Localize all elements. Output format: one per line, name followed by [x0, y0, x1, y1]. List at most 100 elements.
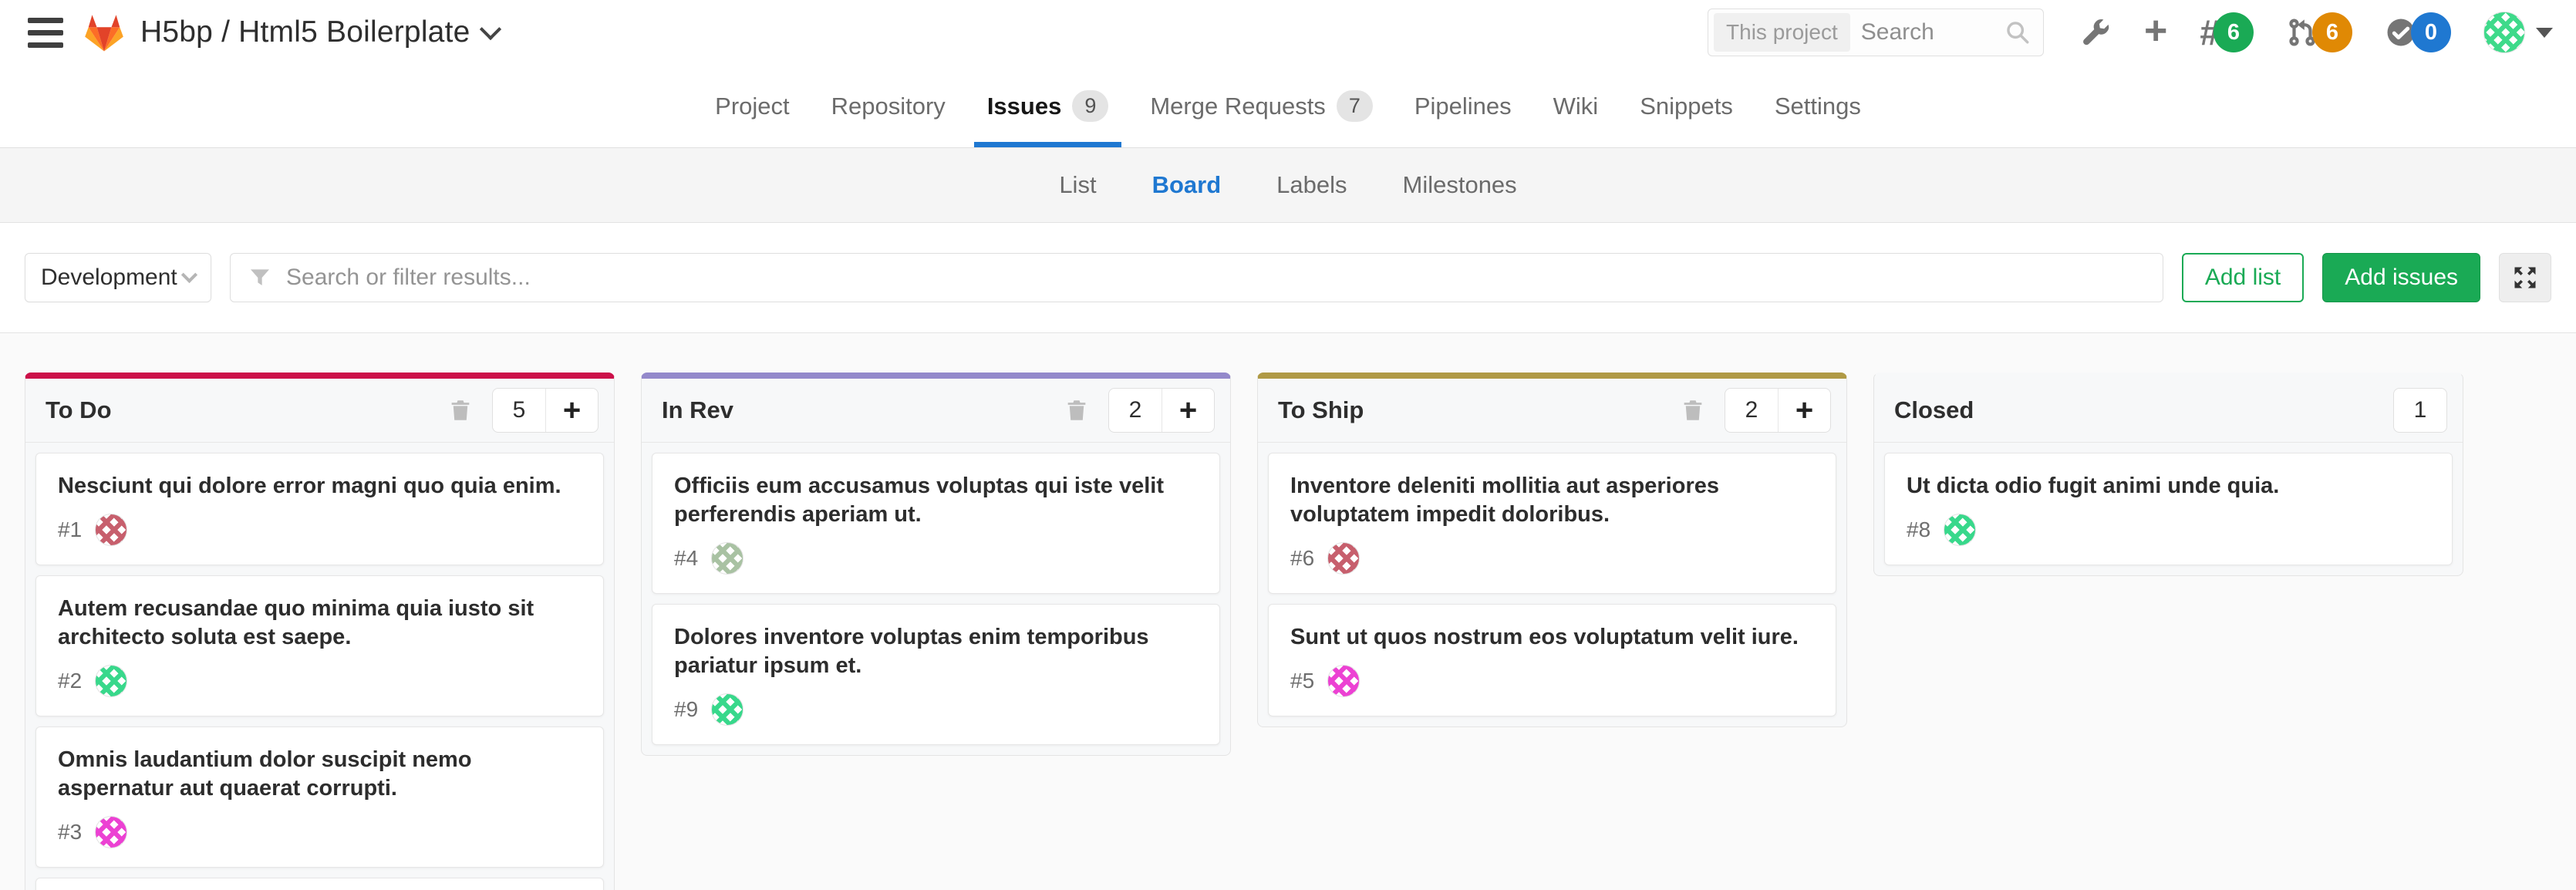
project-nav: Project Repository Issues 9 Merge Reques… — [0, 65, 2576, 148]
tab-issues[interactable]: Issues 9 — [966, 65, 1130, 147]
tab-repository[interactable]: Repository — [811, 65, 966, 147]
issue-number: #5 — [1290, 669, 1314, 693]
board-column-to-do: To Do 5 + Nesciunt qui dolore error magn… — [25, 373, 615, 890]
top-bar: H5bp / Html5 Boilerplate This project + … — [0, 0, 2576, 65]
project-switcher-chevron-down-icon[interactable] — [479, 19, 501, 40]
issue-card[interactable]: Ut dicta odio fugit animi unde quia. #8 — [1884, 453, 2453, 565]
issue-card[interactable]: Nesciunt qui dolore error magni quo quia… — [35, 453, 604, 565]
issue-count: 2 — [1725, 389, 1778, 432]
issue-card[interactable]: Sunt ut quos nostrum eos voluptatum veli… — [1268, 604, 1836, 716]
subtab-labels[interactable]: Labels — [1276, 171, 1347, 199]
board-search-input[interactable] — [286, 265, 2146, 291]
delete-list-trash-icon[interactable] — [1064, 397, 1090, 423]
issue-number: #1 — [58, 517, 82, 542]
search-scope-chip: This project — [1714, 13, 1850, 52]
global-search-input[interactable] — [1861, 19, 1994, 46]
issues-subnav: List Board Labels Milestones — [0, 148, 2576, 223]
admin-wrench-icon[interactable] — [2079, 16, 2112, 49]
project-title[interactable]: H5bp / Html5 Boilerplate — [140, 15, 470, 49]
search-icon — [2004, 19, 2031, 46]
issue-title: Autem recusandae quo minima quia iusto s… — [58, 595, 582, 652]
subtab-milestones[interactable]: Milestones — [1403, 171, 1517, 199]
count-pill: 5 + — [492, 388, 598, 433]
add-issue-plus-icon[interactable]: + — [1778, 389, 1830, 432]
board-column-to-ship: To Ship 2 + Inventore deleniti mollitia … — [1257, 373, 1847, 727]
issue-card[interactable]: Inventore deleniti mollitia aut asperior… — [1268, 453, 1836, 594]
add-issues-button[interactable]: Add issues — [2322, 253, 2480, 302]
card-list: Ut dicta odio fugit animi unde quia. #8 — [1874, 443, 2463, 575]
user-avatar — [2483, 12, 2525, 53]
merge-requests-tab-badge: 7 — [1337, 90, 1373, 122]
issue-title: Ut dicta odio fugit animi unde quia. — [1907, 472, 2430, 501]
assignee-avatar[interactable] — [711, 542, 743, 575]
count-pill: 1 — [2393, 388, 2447, 433]
fullscreen-button[interactable] — [2499, 253, 2551, 302]
count-pill: 2 + — [1108, 388, 1215, 433]
dropdown-chevron-down-icon — [181, 266, 197, 282]
tab-pipelines[interactable]: Pipelines — [1394, 65, 1532, 147]
column-header: In Rev 2 + — [642, 379, 1230, 443]
assignee-avatar[interactable] — [95, 816, 127, 848]
hamburger-menu-icon[interactable] — [28, 18, 63, 48]
filter-funnel-icon — [248, 265, 272, 290]
issue-number: #2 — [58, 669, 82, 693]
new-plus-icon[interactable]: + — [2144, 14, 2167, 51]
board-filter-bar: Development Add list Add issues — [0, 223, 2576, 333]
delete-list-trash-icon[interactable] — [1680, 397, 1706, 423]
merge-requests-count-badge: 6 — [2312, 12, 2352, 52]
issue-card[interactable]: Omnis laudantium dolor suscipit nemo asp… — [35, 726, 604, 868]
issues-shortcut[interactable]: # 6 — [2200, 12, 2254, 52]
add-list-button[interactable]: Add list — [2182, 253, 2304, 302]
column-title: In Rev — [662, 396, 1064, 424]
issue-number: #3 — [58, 820, 82, 844]
issue-title: Officiis eum accusamus voluptas qui iste… — [674, 472, 1198, 529]
issue-number: #6 — [1290, 546, 1314, 571]
todos-count-badge: 0 — [2411, 12, 2451, 52]
board-search-field[interactable] — [230, 253, 2163, 302]
milestone-dropdown[interactable]: Development — [25, 253, 211, 302]
issue-card[interactable]: Voluptates ut cupiditate possimus qui of… — [35, 878, 604, 890]
tab-project[interactable]: Project — [694, 65, 810, 147]
merge-requests-shortcut[interactable]: 6 — [2286, 12, 2352, 52]
delete-list-trash-icon[interactable] — [447, 397, 474, 423]
issue-title: Omnis laudantium dolor suscipit nemo asp… — [58, 746, 582, 803]
assignee-avatar[interactable] — [1327, 542, 1360, 575]
tab-snippets[interactable]: Snippets — [1619, 65, 1754, 147]
issue-card[interactable]: Dolores inventore voluptas enim temporib… — [652, 604, 1220, 745]
issue-card[interactable]: Officiis eum accusamus voluptas qui iste… — [652, 453, 1220, 594]
global-search[interactable]: This project — [1708, 8, 2044, 56]
tab-wiki[interactable]: Wiki — [1532, 65, 1620, 147]
issue-board: To Do 5 + Nesciunt qui dolore error magn… — [0, 333, 2576, 890]
card-list: Inventore deleniti mollitia aut asperior… — [1258, 443, 1846, 726]
issue-title: Inventore deleniti mollitia aut asperior… — [1290, 472, 1814, 529]
assignee-avatar[interactable] — [95, 514, 127, 546]
assignee-avatar[interactable] — [711, 693, 743, 726]
card-list: Nesciunt qui dolore error magni quo quia… — [25, 443, 614, 890]
milestone-dropdown-value: Development — [41, 265, 177, 291]
issue-count: 5 — [493, 389, 545, 432]
column-title: To Ship — [1278, 396, 1680, 424]
subtab-board[interactable]: Board — [1152, 171, 1222, 199]
gitlab-logo-icon[interactable] — [83, 12, 125, 52]
tab-settings[interactable]: Settings — [1754, 65, 1882, 147]
assignee-avatar[interactable] — [1944, 514, 1976, 546]
assignee-avatar[interactable] — [95, 665, 127, 697]
issue-count: 1 — [2394, 389, 2446, 432]
user-menu[interactable] — [2483, 12, 2553, 53]
add-issue-plus-icon[interactable]: + — [1162, 389, 1214, 432]
subtab-list[interactable]: List — [1059, 171, 1096, 199]
card-list: Officiis eum accusamus voluptas qui iste… — [642, 443, 1230, 755]
tab-merge-requests[interactable]: Merge Requests 7 — [1129, 65, 1393, 147]
assignee-avatar[interactable] — [1327, 665, 1360, 697]
add-issue-plus-icon[interactable]: + — [545, 389, 598, 432]
issue-card[interactable]: Autem recusandae quo minima quia iusto s… — [35, 575, 604, 716]
issues-count-badge: 6 — [2214, 12, 2254, 52]
todos-shortcut[interactable]: 0 — [2385, 12, 2451, 52]
issue-number: #4 — [674, 546, 698, 571]
column-header: To Ship 2 + — [1258, 379, 1846, 443]
issue-title: Sunt ut quos nostrum eos voluptatum veli… — [1290, 623, 1814, 652]
column-title: To Do — [46, 396, 447, 424]
column-header: To Do 5 + — [25, 379, 614, 443]
issue-number: #9 — [674, 697, 698, 722]
fullscreen-expand-icon — [2511, 264, 2539, 292]
